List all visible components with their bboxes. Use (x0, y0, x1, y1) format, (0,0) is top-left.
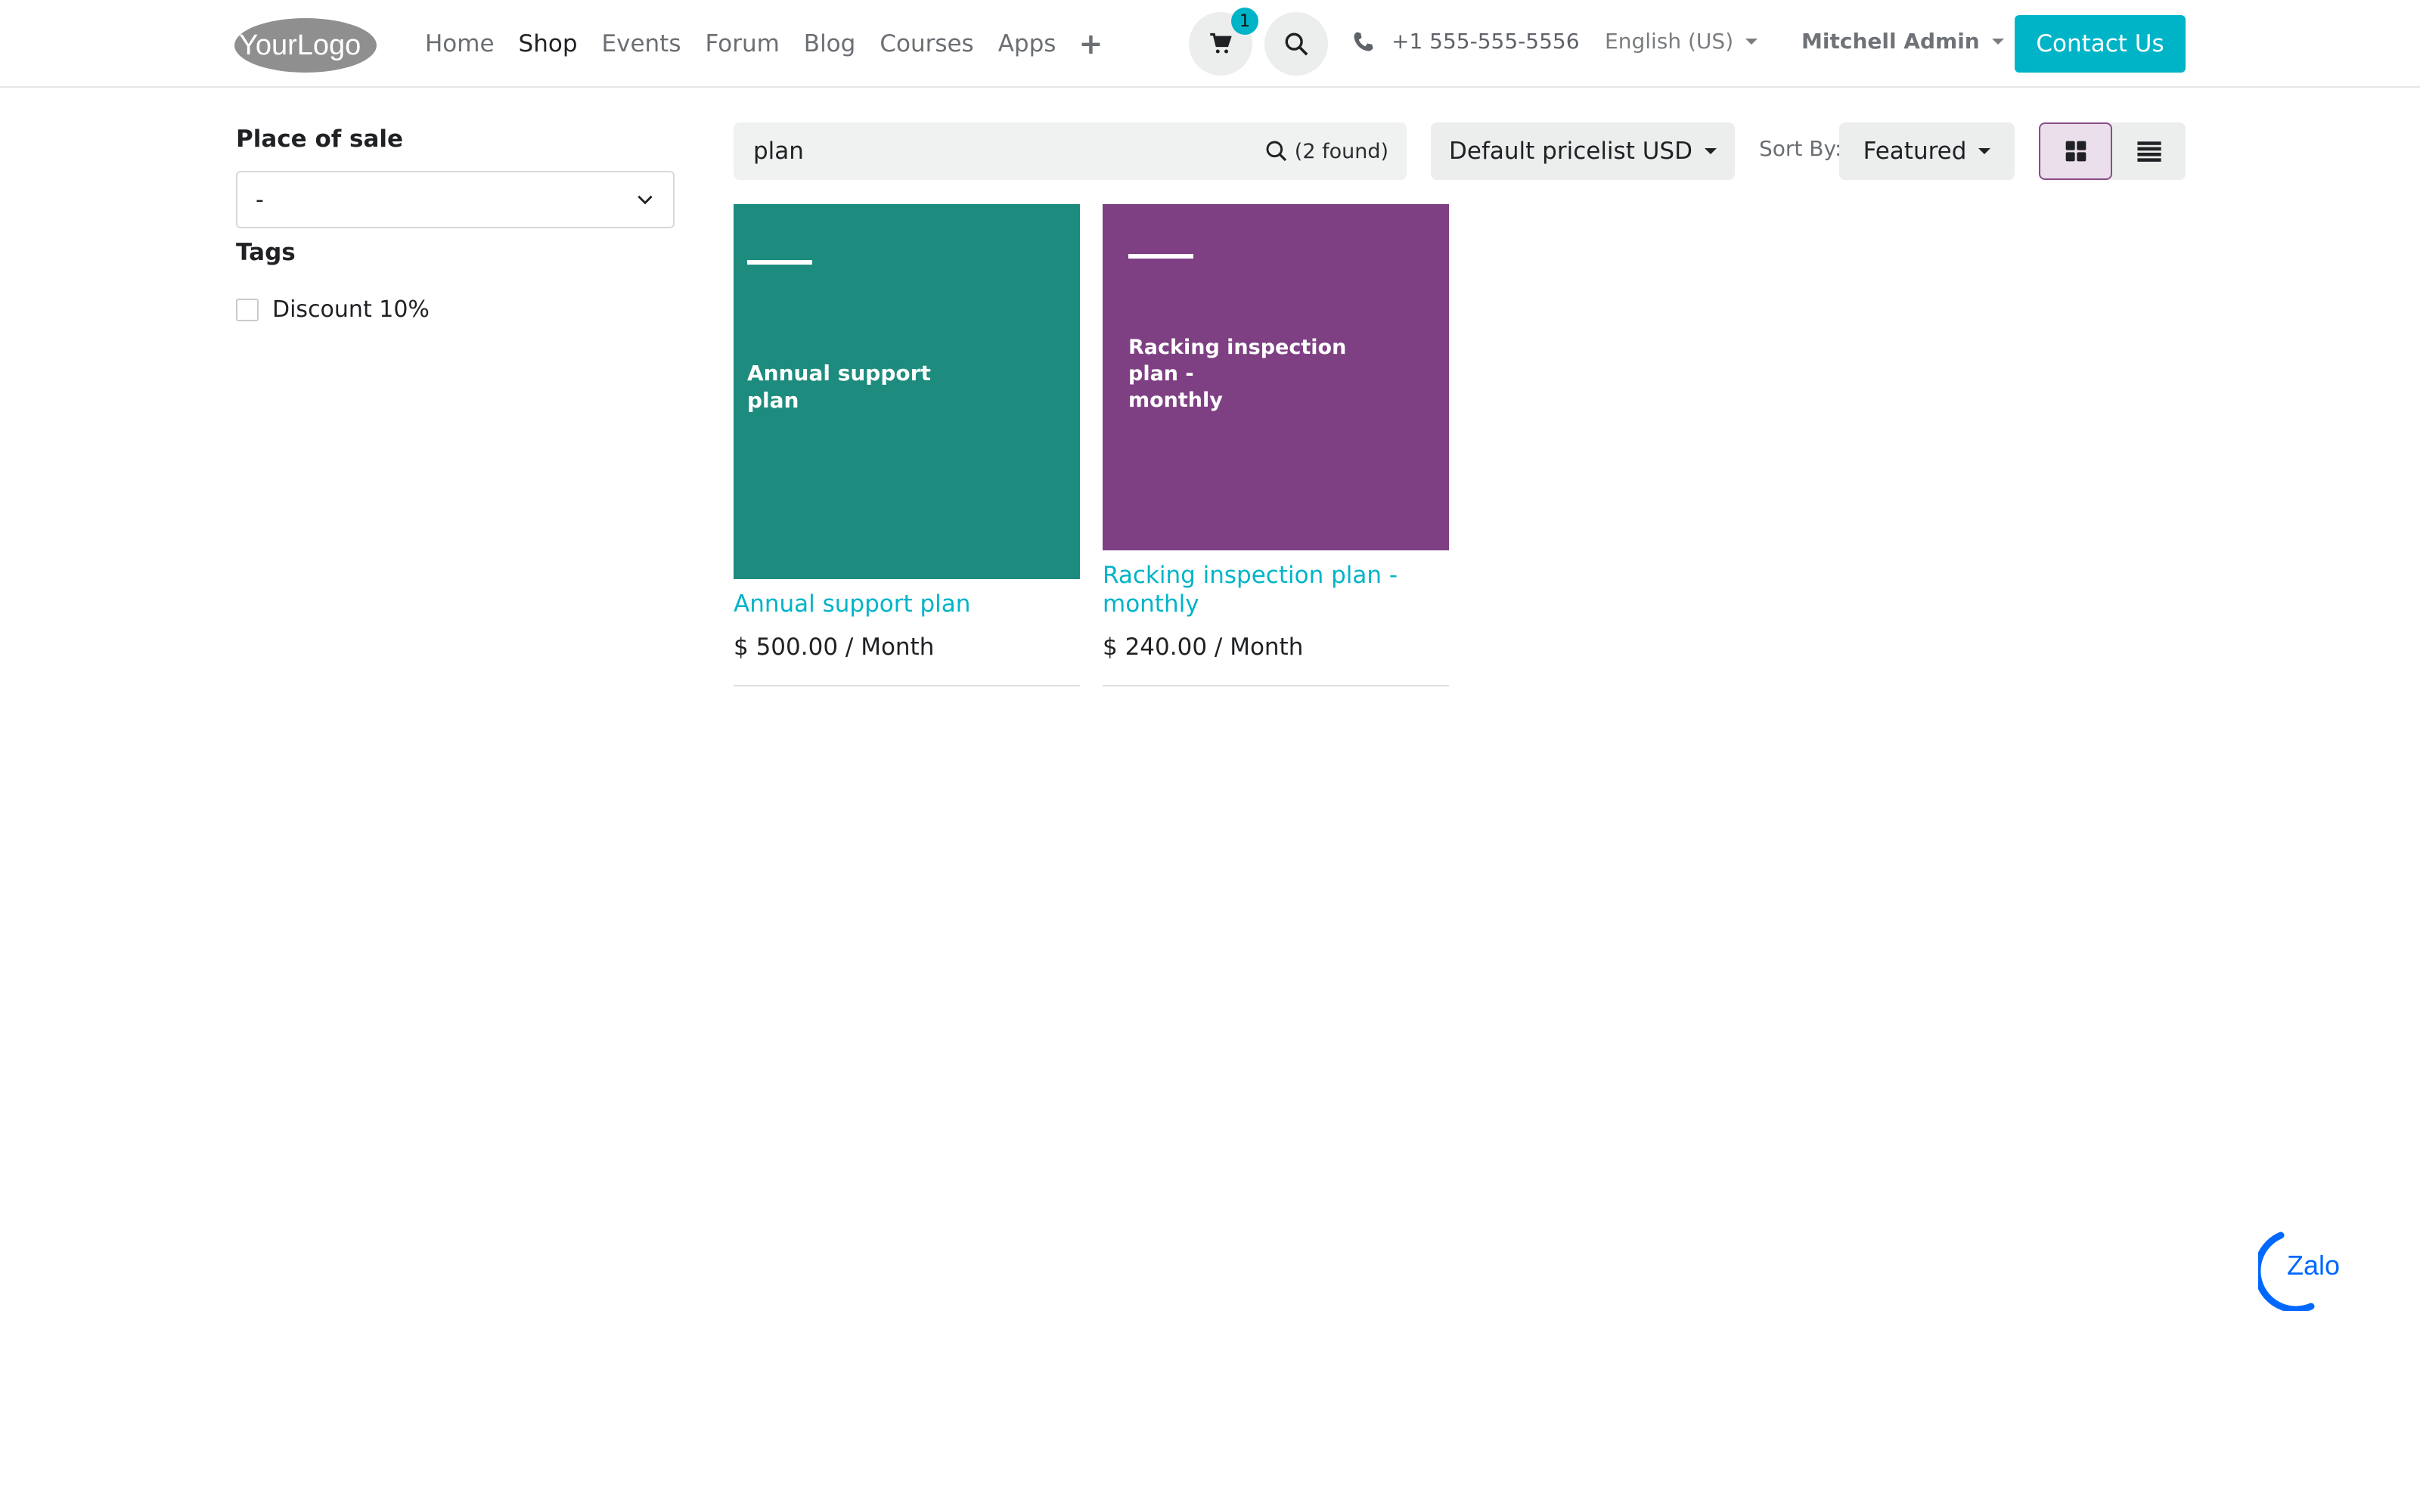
site-header: YourLogo Home Shop Events Forum Blog Courses A… (0, 0, 2420, 88)
view-mode-toggle (2039, 122, 2186, 180)
add-page-button[interactable]: + (1078, 27, 1103, 60)
tags-title: Tags (236, 239, 296, 266)
phone-number: +1 555-555-5556 (1392, 29, 1580, 54)
chevron-down-icon (1978, 148, 1991, 154)
chevron-down-icon (1745, 38, 1758, 45)
tag-filter-item[interactable]: Discount 10% (236, 296, 430, 323)
main-nav: Home Shop Events Forum Blog Courses Apps + (425, 0, 1103, 88)
search-found-count: (2 found) (1294, 139, 1388, 163)
chevron-down-icon (638, 195, 653, 205)
product-price: $ 240.00 / Month (1103, 634, 1304, 661)
nav-item-apps[interactable]: Apps (998, 30, 1056, 57)
language-label: English (US) (1605, 29, 1734, 54)
place-of-sale-select[interactable]: - (236, 171, 675, 228)
phone-icon (1354, 32, 1373, 51)
product-divider (1103, 685, 1449, 686)
product-name-link[interactable]: Annual support plan (734, 590, 1080, 618)
product-card: Racking inspection plan - monthly Rackin… (1103, 204, 1449, 686)
sort-by-label: Sort By: (1759, 136, 1842, 161)
product-name-link[interactable]: Racking inspection plan - monthly (1103, 561, 1405, 618)
search-icon (1285, 33, 1308, 56)
site-logo[interactable]: YourLogo (233, 15, 378, 74)
pricelist-dropdown[interactable]: Default pricelist USD (1431, 122, 1735, 180)
grid-view-button[interactable] (2039, 122, 2112, 180)
product-card: Annual support plan Annual support plan … (734, 204, 1080, 686)
tag-label: Discount 10% (272, 296, 430, 323)
product-search-input[interactable] (752, 137, 1264, 166)
product-image[interactable]: Annual support plan (734, 204, 1080, 579)
zalo-chat-widget[interactable]: Zalo (2254, 1228, 2349, 1313)
nav-item-home[interactable]: Home (425, 30, 495, 57)
pricelist-label: Default pricelist USD (1449, 138, 1692, 165)
chevron-down-icon (1704, 148, 1717, 154)
thumb-accent-bar (1128, 254, 1193, 259)
nav-item-forum[interactable]: Forum (706, 30, 780, 57)
grid-icon (2065, 141, 2086, 162)
product-divider (734, 685, 1080, 686)
thumb-title-line: Annual support (747, 361, 931, 386)
search-toggle-button[interactable] (1264, 12, 1328, 76)
search-submit-button[interactable]: (2 found) (1264, 139, 1388, 163)
nav-item-shop[interactable]: Shop (519, 30, 578, 57)
place-of-sale-value: - (256, 186, 264, 213)
list-icon (2136, 141, 2161, 162)
thumb-title-line: Racking inspection (1128, 336, 1347, 359)
sort-value: Featured (1863, 138, 1967, 165)
language-selector[interactable]: English (US) (1605, 29, 1758, 54)
contact-us-button[interactable]: Contact Us (2015, 15, 2186, 73)
product-image[interactable]: Racking inspection plan - monthly (1103, 204, 1449, 550)
thumb-accent-bar (747, 260, 812, 265)
shopping-cart-icon (1210, 33, 1232, 54)
thumb-title-line: plan (747, 388, 799, 413)
cart-button[interactable]: 1 (1189, 8, 1258, 76)
thumb-title: Racking inspection plan - monthly (1128, 334, 1346, 414)
thumb-title: Annual support plan (747, 360, 931, 414)
sort-dropdown[interactable]: Featured (1839, 122, 2015, 180)
thumb-title-line: monthly (1128, 389, 1223, 412)
search-icon (1266, 141, 1286, 162)
nav-item-blog[interactable]: Blog (804, 30, 856, 57)
nav-item-events[interactable]: Events (602, 30, 681, 57)
cart-count-badge: 1 (1231, 8, 1258, 35)
zalo-label: Zalo (2287, 1250, 2340, 1281)
nav-item-courses[interactable]: Courses (880, 30, 973, 57)
chevron-down-icon (1991, 38, 2004, 45)
phone-contact[interactable]: +1 555-555-5556 (1352, 29, 1580, 54)
user-name: Mitchell Admin (1801, 29, 1980, 54)
place-of-sale-title: Place of sale (236, 125, 404, 153)
product-search-box: (2 found) (734, 122, 1407, 180)
user-menu[interactable]: Mitchell Admin (1801, 29, 2004, 54)
product-price: $ 500.00 / Month (734, 634, 935, 661)
thumb-title-line: plan - (1128, 362, 1194, 386)
tag-checkbox[interactable] (236, 298, 259, 321)
logo-text: YourLogo (239, 29, 361, 61)
list-view-button[interactable] (2112, 122, 2186, 180)
